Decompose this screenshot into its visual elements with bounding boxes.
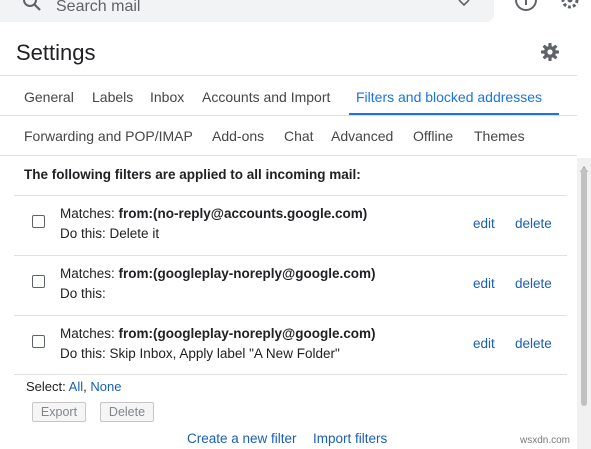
tab-forwarding-and-pop-imap[interactable]: Forwarding and POP/IMAP bbox=[24, 128, 193, 144]
create-filter-link[interactable]: Create a new filter bbox=[187, 431, 297, 446]
search-options-icon[interactable] bbox=[458, 0, 470, 12]
select-label: Select: bbox=[26, 379, 66, 394]
select-controls: Select: All, None bbox=[26, 379, 121, 394]
page-title: Settings bbox=[16, 40, 96, 65]
watermark: wsxdn.com bbox=[520, 435, 571, 446]
filter-action-text: Skip Inbox, Apply label "A New Folder" bbox=[109, 346, 340, 361]
filter-action: Do this: bbox=[60, 286, 106, 301]
filter-checkbox[interactable] bbox=[32, 215, 45, 228]
tab-accounts-and-import[interactable]: Accounts and Import bbox=[202, 89, 330, 105]
tab-advanced[interactable]: Advanced bbox=[331, 128, 393, 144]
tab-themes[interactable]: Themes bbox=[474, 128, 525, 144]
filter-criteria: from:(googleplay-noreply@google.com) bbox=[118, 326, 376, 341]
tab-labels[interactable]: Labels bbox=[92, 89, 133, 105]
dothis-label: Do this: bbox=[60, 346, 106, 361]
header-divider bbox=[0, 75, 577, 76]
tab-general[interactable]: General bbox=[24, 89, 74, 105]
search-icon[interactable] bbox=[22, 0, 42, 17]
filter-delete-link[interactable]: delete bbox=[515, 276, 552, 291]
select-separator: , bbox=[83, 379, 87, 394]
filter-matches: Matches: from:(no-reply@accounts.google.… bbox=[60, 206, 367, 221]
tab-chat[interactable]: Chat bbox=[284, 128, 314, 144]
filter-matches: Matches: from:(googleplay-noreply@google… bbox=[60, 266, 375, 281]
filter-criteria: from:(googleplay-noreply@google.com) bbox=[118, 266, 376, 281]
filter-edit-link[interactable]: edit bbox=[473, 276, 495, 291]
filter-delete-link[interactable]: delete bbox=[515, 216, 552, 231]
quick-settings-gear-icon[interactable] bbox=[560, 0, 580, 15]
search-input[interactable]: Search mail bbox=[56, 0, 140, 16]
tab-filters-and-blocked-addresses[interactable]: Filters and blocked addresses bbox=[356, 89, 542, 105]
filters-heading: The following filters are applied to all… bbox=[24, 167, 361, 182]
tabs-divider bbox=[0, 115, 577, 116]
filter-edit-link[interactable]: edit bbox=[473, 216, 495, 231]
filter-row: Matches: from:(googleplay-noreply@google… bbox=[14, 256, 567, 314]
filter-matches: Matches: from:(googleplay-noreply@google… bbox=[60, 326, 375, 341]
tabs-row-2-divider bbox=[0, 155, 577, 156]
select-all-link[interactable]: All bbox=[69, 379, 83, 394]
tab-offline[interactable]: Offline bbox=[413, 128, 453, 144]
import-filters-link[interactable]: Import filters bbox=[313, 431, 387, 446]
filter-criteria: from:(no-reply@accounts.google.com) bbox=[118, 206, 368, 221]
filter-action: Do this: Skip Inbox, Apply label "A New … bbox=[60, 346, 340, 361]
settings-gear-icon[interactable] bbox=[540, 42, 560, 67]
filter-action: Do this: Delete it bbox=[60, 226, 159, 241]
select-none-link[interactable]: None bbox=[90, 379, 121, 394]
tab-add-ons[interactable]: Add-ons bbox=[212, 128, 264, 144]
filter-row: Matches: from:(googleplay-noreply@google… bbox=[14, 316, 567, 374]
tab-inbox[interactable]: Inbox bbox=[150, 89, 184, 105]
filter-action-text: Delete it bbox=[109, 226, 160, 241]
scrollbar-thumb[interactable] bbox=[581, 168, 587, 406]
search-bar[interactable]: Search mail bbox=[0, 0, 494, 22]
filter-row: Matches: from:(no-reply@accounts.google.… bbox=[14, 196, 567, 254]
support-icon[interactable] bbox=[514, 0, 538, 17]
matches-label: Matches: bbox=[60, 326, 115, 341]
filter-checkbox[interactable] bbox=[32, 275, 45, 288]
dothis-label: Do this: bbox=[60, 226, 106, 241]
delete-selected-button[interactable]: Delete bbox=[100, 402, 154, 422]
matches-label: Matches: bbox=[60, 206, 115, 221]
matches-label: Matches: bbox=[60, 266, 115, 281]
dothis-label: Do this: bbox=[60, 286, 106, 301]
filter-divider bbox=[14, 374, 567, 375]
filter-delete-link[interactable]: delete bbox=[515, 336, 552, 351]
filter-checkbox[interactable] bbox=[32, 335, 45, 348]
export-button[interactable]: Export bbox=[32, 402, 86, 422]
filter-edit-link[interactable]: edit bbox=[473, 336, 495, 351]
